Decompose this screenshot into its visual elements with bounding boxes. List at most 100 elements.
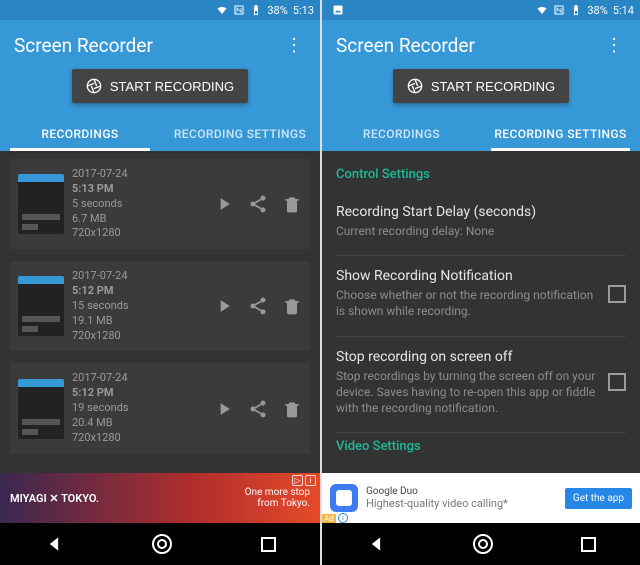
battery-icon — [570, 4, 582, 16]
setting-title: Stop recording on screen off — [336, 349, 598, 365]
start-row: START RECORDING — [322, 63, 640, 115]
recording-date: 2017-07-24 — [72, 269, 206, 284]
setting-show-notification[interactable]: Show Recording Notification Choose wheth… — [336, 256, 626, 336]
tab-recordings[interactable]: RECORDINGS — [0, 115, 160, 151]
recording-item[interactable]: 2017-07-24 5:13 PM 5 seconds 6.7 MB 720x… — [10, 159, 310, 249]
ad-label: Ad — [322, 514, 336, 523]
share-icon[interactable] — [248, 194, 268, 214]
recording-size: 6.7 MB — [72, 212, 206, 227]
wifi-icon — [216, 4, 228, 16]
start-recording-button[interactable]: START RECORDING — [393, 69, 569, 103]
recording-thumbnail — [18, 276, 64, 336]
status-bar: 38% 5:13 — [0, 0, 320, 20]
ad-title: MIYAGI ✕ TOKYO. — [10, 492, 99, 505]
status-time: 5:13 — [293, 4, 314, 17]
share-icon[interactable] — [248, 296, 268, 316]
ad-line1: One more stop — [245, 487, 310, 499]
battery-icon — [250, 4, 262, 16]
phone-left: 38% 5:13 Screen Recorder ⋮ START RECORDI… — [0, 0, 320, 565]
aperture-icon — [407, 78, 423, 94]
recording-duration: 15 seconds — [72, 299, 206, 314]
adchoices-icon[interactable]: i — [338, 513, 348, 523]
recording-time: 5:12 PM — [72, 386, 206, 401]
recording-thumbnail — [18, 379, 64, 439]
recording-date: 2017-07-24 — [72, 167, 206, 182]
wifi-icon — [536, 4, 548, 16]
section-control-settings: Control Settings — [336, 167, 626, 182]
nav-bar — [0, 523, 320, 565]
ad-badge: ▷i — [292, 475, 316, 486]
checkbox[interactable] — [608, 285, 626, 303]
nav-home-icon[interactable] — [473, 534, 493, 554]
nav-back-icon[interactable] — [44, 534, 64, 554]
recording-size: 20.4 MB — [72, 416, 206, 431]
duo-app-icon — [330, 484, 358, 512]
delete-icon[interactable] — [282, 194, 302, 214]
setting-start-delay[interactable]: Recording Start Delay (seconds) Current … — [336, 192, 626, 256]
play-icon[interactable] — [214, 399, 234, 419]
setting-stop-on-screen-off[interactable]: Stop recording on screen off Stop record… — [336, 337, 626, 434]
setting-subtitle: Choose whether or not the recording noti… — [336, 287, 598, 319]
recording-meta: 2017-07-24 5:12 PM 19 seconds 20.4 MB 72… — [72, 371, 206, 445]
recording-meta: 2017-07-24 5:12 PM 15 seconds 19.1 MB 72… — [72, 269, 206, 343]
recording-item[interactable]: 2017-07-24 5:12 PM 19 seconds 20.4 MB 72… — [10, 363, 310, 453]
nav-home-icon[interactable] — [152, 534, 172, 554]
recording-actions — [214, 296, 302, 316]
recording-actions — [214, 194, 302, 214]
ad-banner[interactable]: Google Duo Highest-quality video calling… — [322, 473, 640, 523]
checkbox[interactable] — [608, 373, 626, 391]
start-recording-button[interactable]: START RECORDING — [72, 69, 248, 103]
start-recording-label: START RECORDING — [110, 79, 234, 94]
nav-recents-icon[interactable] — [261, 537, 276, 552]
recording-resolution: 720x1280 — [72, 329, 206, 344]
start-recording-label: START RECORDING — [431, 79, 555, 94]
recording-actions — [214, 399, 302, 419]
recording-resolution: 720x1280 — [72, 431, 206, 446]
tab-recordings[interactable]: RECORDINGS — [322, 115, 481, 151]
phone-right: 38% 5:14 Screen Recorder ⋮ START RECORDI… — [320, 0, 640, 565]
tabs: RECORDINGS RECORDING SETTINGS — [0, 115, 320, 151]
recording-meta: 2017-07-24 5:13 PM 5 seconds 6.7 MB 720x… — [72, 167, 206, 241]
status-bar: 38% 5:14 — [322, 0, 640, 20]
tabs: RECORDINGS RECORDING SETTINGS — [322, 115, 640, 151]
delete-icon[interactable] — [282, 296, 302, 316]
start-row: START RECORDING — [0, 63, 320, 115]
battery-percent: 38% — [267, 4, 287, 17]
overflow-menu-icon[interactable]: ⋮ — [602, 35, 626, 56]
ad-banner[interactable]: ▷i MIYAGI ✕ TOKYO. One more stop from To… — [0, 473, 320, 523]
recordings-list: 2017-07-24 5:13 PM 5 seconds 6.7 MB 720x… — [0, 151, 320, 473]
recording-date: 2017-07-24 — [72, 371, 206, 386]
recording-resolution: 720x1280 — [72, 226, 206, 241]
ad-cta-button[interactable]: Get the app — [565, 488, 632, 509]
setting-subtitle: Current recording delay: None — [336, 223, 626, 239]
settings-body: Control Settings Recording Start Delay (… — [322, 151, 640, 473]
app-bar: Screen Recorder ⋮ — [0, 20, 320, 63]
recording-duration: 5 seconds — [72, 197, 206, 212]
section-video-settings: Video Settings — [336, 439, 626, 454]
play-icon[interactable] — [214, 194, 234, 214]
nav-recents-icon[interactable] — [581, 537, 596, 552]
setting-subtitle: Stop recordings by turning the screen of… — [336, 368, 598, 417]
nfc-icon — [233, 4, 245, 16]
recording-time: 5:12 PM — [72, 284, 206, 299]
delete-icon[interactable] — [282, 399, 302, 419]
recording-item[interactable]: 2017-07-24 5:12 PM 15 seconds 19.1 MB 72… — [10, 261, 310, 351]
recordings-body: 2017-07-24 5:13 PM 5 seconds 6.7 MB 720x… — [0, 151, 320, 473]
battery-percent: 38% — [587, 4, 607, 17]
share-icon[interactable] — [248, 399, 268, 419]
nav-back-icon[interactable] — [366, 534, 386, 554]
app-title: Screen Recorder — [336, 34, 602, 57]
ad-line2: from Tokyo. — [245, 498, 310, 510]
recording-duration: 19 seconds — [72, 401, 206, 416]
tab-recording-settings[interactable]: RECORDING SETTINGS — [481, 115, 640, 151]
setting-title: Recording Start Delay (seconds) — [336, 204, 626, 220]
app-title: Screen Recorder — [14, 34, 282, 57]
aperture-icon — [86, 78, 102, 94]
ad-text: Highest-quality video calling* — [366, 497, 557, 510]
picture-icon — [332, 4, 344, 16]
recording-size: 19.1 MB — [72, 314, 206, 329]
app-bar: Screen Recorder ⋮ — [322, 20, 640, 63]
tab-recording-settings[interactable]: RECORDING SETTINGS — [160, 115, 320, 151]
play-icon[interactable] — [214, 296, 234, 316]
overflow-menu-icon[interactable]: ⋮ — [282, 35, 306, 56]
